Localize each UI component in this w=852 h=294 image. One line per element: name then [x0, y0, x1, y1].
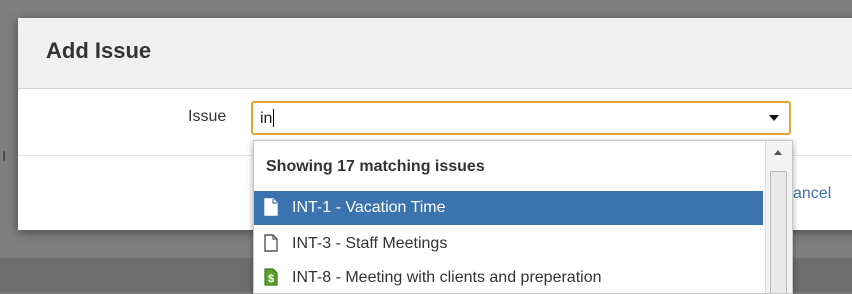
dialog-title: Add Issue — [46, 38, 152, 63]
dropdown-scrollbar[interactable] — [765, 141, 792, 293]
suggestion-item[interactable]: $ INT-8 - Meeting with clients and prepe… — [254, 261, 763, 293]
dialog-header: Add Issue — [18, 18, 852, 89]
cancel-link[interactable]: ancel — [793, 185, 831, 203]
document-icon — [264, 198, 278, 216]
suggestion-label: INT-3 - Staff Meetings — [292, 235, 448, 252]
suggestion-label: INT-1 - Vacation Time — [292, 199, 446, 216]
issue-field-label: Issue — [188, 108, 227, 125]
document-icon — [264, 234, 278, 252]
suggestion-item[interactable]: INT-3 - Staff Meetings — [254, 227, 763, 261]
scroll-up-arrow-icon[interactable] — [774, 150, 782, 155]
issue-picker-input[interactable]: in — [251, 101, 791, 135]
suggestions-heading: Showing 17 matching issues — [266, 158, 485, 175]
issue-input-value[interactable]: in — [260, 109, 274, 128]
suggestion-item[interactable]: INT-1 - Vacation Time — [254, 191, 763, 225]
suggestion-label: INT-8 - Meeting with clients and prepera… — [292, 269, 602, 286]
scrollbar-thumb[interactable] — [770, 171, 787, 293]
svg-text:$: $ — [268, 273, 274, 285]
page-fragment-text: I — [2, 148, 7, 165]
issue-suggestions-dropdown: Showing 17 matching issues INT-1 - Vacat… — [253, 140, 793, 294]
money-document-icon: $ — [264, 268, 278, 286]
dropdown-toggle-icon[interactable] — [769, 115, 779, 121]
